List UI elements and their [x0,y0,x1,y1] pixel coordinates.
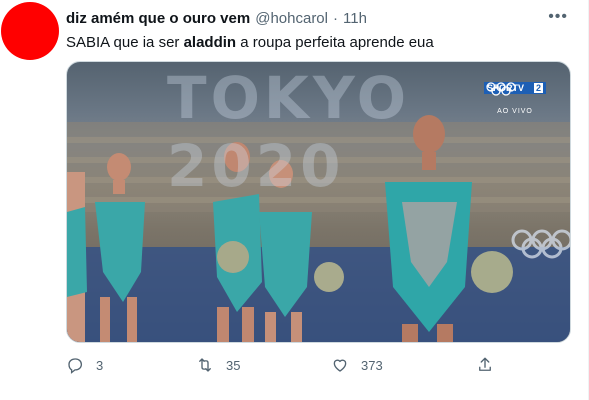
separator-dot: · [333,10,338,27]
retweet-button[interactable]: 35 [196,356,331,374]
live-label: AO VIVO [497,108,533,115]
tweet-media-image[interactable]: TOKYO 2020 SPORTV 2 AO VIVO [66,61,571,343]
share-icon [479,357,491,371]
reply-count: 3 [96,357,104,373]
channel-number: 2 [533,83,543,93]
tweet-header: diz amém que o ouro vem @hohcarol · 11h [66,10,548,27]
tweet-text-part: SABIA que ia ser [66,34,184,51]
reply-button[interactable]: 3 [66,356,196,374]
olympic-rings-icon [484,82,546,108]
like-button[interactable]: 373 [331,356,476,374]
tweet-card[interactable]: diz amém que o ouro vem @hohcarol · 11h … [0,0,589,400]
avatar[interactable] [1,2,59,60]
retweet-icon [199,358,211,372]
retweet-count: 35 [226,357,241,373]
tweet-text-bold: aladdin [183,34,237,51]
reply-icon [68,358,83,374]
share-button[interactable] [476,356,494,374]
like-count: 373 [361,357,383,373]
tweet-text-part: a roupa perfeita aprende eua [236,34,434,51]
tweet-text: SABIA que ia ser aladdin a roupa perfeit… [66,33,568,53]
more-icon[interactable]: ••• [548,8,568,26]
user-handle[interactable]: @hohcarol [255,10,328,27]
display-name[interactable]: diz amém que o ouro vem [66,10,250,27]
channel-badge: SPORTV 2 AO VIVO [484,82,546,118]
tweet-actions: 3 35 373 [66,356,506,374]
timestamp[interactable]: 11h [343,10,367,27]
heart-icon [333,359,347,372]
